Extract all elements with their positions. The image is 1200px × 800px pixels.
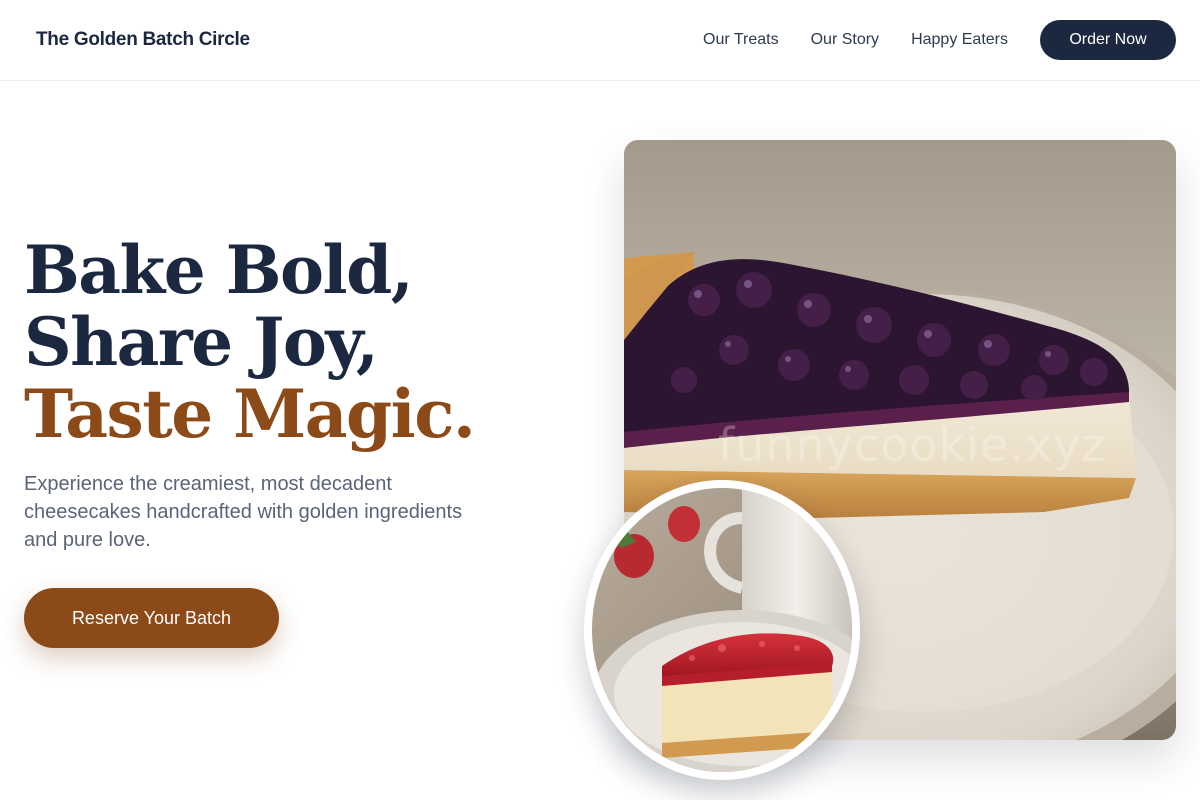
nav-our-treats[interactable]: Our Treats bbox=[703, 31, 779, 49]
strawberry-cheesecake-image bbox=[592, 488, 852, 772]
nav-happy-eaters[interactable]: Happy Eaters bbox=[911, 31, 1008, 49]
site-header: The Golden Batch Circle Our Treats Our S… bbox=[0, 0, 1200, 81]
main-nav: Our Treats Our Story Happy Eaters Order … bbox=[703, 20, 1176, 60]
reserve-batch-button[interactable]: Reserve Your Batch bbox=[24, 588, 279, 648]
strawberry-cheesecake-inset-photo bbox=[584, 480, 860, 780]
headline-line-1: Bake Bold, bbox=[24, 231, 414, 309]
headline-line-3: Taste Magic. bbox=[24, 375, 476, 453]
nav-our-story[interactable]: Our Story bbox=[811, 31, 879, 49]
hero-description: Experience the creamiest, most decadent … bbox=[24, 473, 463, 551]
hero-headline: Bake Bold, Share Joy, Taste Magic. bbox=[24, 234, 544, 450]
headline-line-2: Share Joy, bbox=[24, 303, 379, 381]
brand-logo[interactable]: The Golden Batch Circle bbox=[36, 29, 250, 51]
hero-copy: Bake Bold, Share Joy, Taste Magic. Exper… bbox=[24, 234, 544, 648]
order-now-button[interactable]: Order Now bbox=[1040, 20, 1176, 60]
